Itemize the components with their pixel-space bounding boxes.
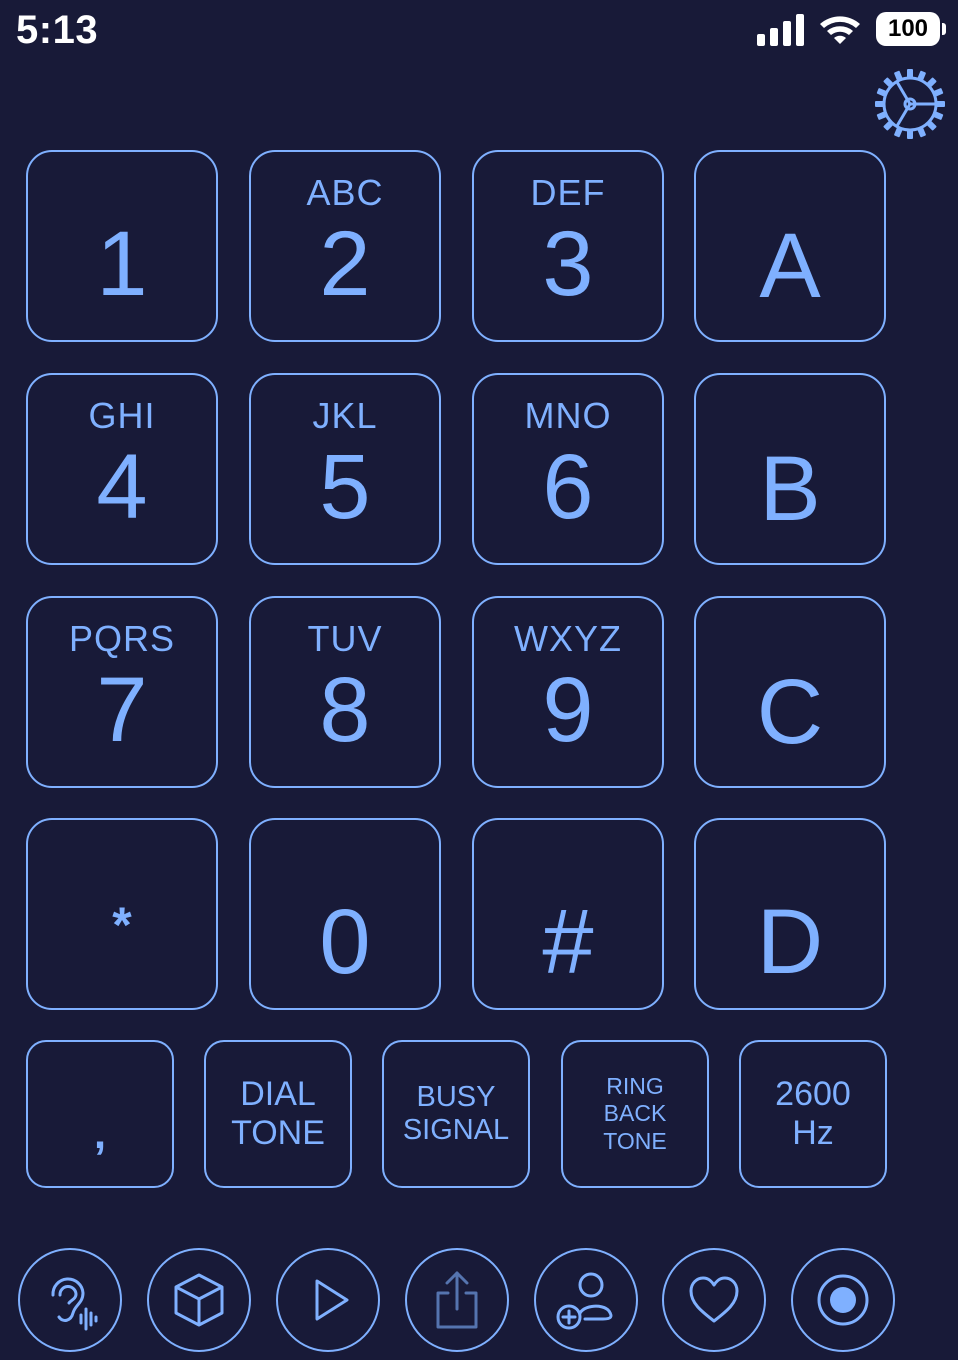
key-letters: JKL bbox=[312, 395, 378, 436]
key-star[interactable]: * bbox=[26, 818, 218, 1010]
busy-signal-line2: SIGNAL bbox=[402, 1114, 510, 1146]
add-contact-button[interactable] bbox=[534, 1248, 638, 1352]
dial-tone-line1: DIAL bbox=[240, 1074, 316, 1113]
key-1[interactable]: 1 bbox=[26, 150, 218, 342]
gear-icon bbox=[875, 69, 945, 139]
key-5[interactable]: JKL 5 bbox=[249, 373, 441, 565]
key-digit: A bbox=[759, 215, 821, 317]
key-digit: 1 bbox=[96, 213, 148, 315]
share-button[interactable] bbox=[405, 1248, 509, 1352]
key-9[interactable]: WXYZ 9 bbox=[472, 596, 664, 788]
heart-icon bbox=[689, 1276, 739, 1323]
key-digit: 2 bbox=[319, 213, 371, 315]
ring-back-line2: BACK bbox=[603, 1100, 667, 1127]
settings-button[interactable] bbox=[872, 66, 948, 142]
key-c[interactable]: C bbox=[694, 596, 886, 788]
key-hash[interactable]: # bbox=[472, 818, 664, 1010]
dial-tone-line2: TONE bbox=[231, 1114, 325, 1152]
cube-icon bbox=[174, 1273, 224, 1327]
key-4[interactable]: GHI 4 bbox=[26, 373, 218, 565]
key-digit: C bbox=[756, 661, 824, 763]
record-icon bbox=[817, 1274, 869, 1326]
cellular-signal-icon bbox=[757, 12, 804, 46]
play-button[interactable] bbox=[276, 1248, 380, 1352]
record-button[interactable] bbox=[791, 1248, 895, 1352]
key-2[interactable]: ABC 2 bbox=[249, 150, 441, 342]
key-digit: B bbox=[759, 438, 821, 540]
key-letters: WXYZ bbox=[514, 618, 622, 659]
key-letters: DEF bbox=[530, 172, 606, 213]
key-letters: ABC bbox=[306, 172, 384, 213]
key-8[interactable]: TUV 8 bbox=[249, 596, 441, 788]
key-0[interactable]: 0 bbox=[249, 818, 441, 1010]
add-contact-icon bbox=[556, 1272, 613, 1330]
key-digit: 9 bbox=[542, 659, 594, 761]
key-digit: 8 bbox=[319, 659, 371, 761]
hearing-button[interactable] bbox=[18, 1248, 122, 1352]
ring-back-tone-button[interactable]: RING BACK TONE bbox=[561, 1040, 709, 1188]
key-letters: TUV bbox=[307, 618, 383, 659]
ring-back-line3: TONE bbox=[603, 1127, 667, 1154]
2600hz-button[interactable]: 2600 Hz bbox=[739, 1040, 887, 1188]
key-digit: * bbox=[112, 897, 132, 953]
key-d[interactable]: D bbox=[694, 818, 886, 1010]
key-digit: 7 bbox=[96, 659, 148, 761]
key-letters: GHI bbox=[88, 395, 156, 436]
dialer-screen: 5:13 100 1 ABC 2 DEF 3 A GHI 4 JKL 5 MNO… bbox=[0, 0, 958, 1360]
cube-button[interactable] bbox=[147, 1248, 251, 1352]
share-icon bbox=[436, 1271, 478, 1329]
key-a[interactable]: A bbox=[694, 150, 886, 342]
play-icon bbox=[315, 1279, 349, 1321]
key-6[interactable]: MNO 6 bbox=[472, 373, 664, 565]
key-digit: 3 bbox=[542, 213, 594, 315]
battery-icon: 100 bbox=[876, 12, 946, 46]
key-letters: PQRS bbox=[68, 618, 176, 659]
hearing-icon bbox=[51, 1277, 98, 1331]
battery-level: 100 bbox=[876, 12, 940, 46]
key-digit: 5 bbox=[319, 436, 371, 538]
wifi-icon bbox=[820, 16, 860, 44]
pause-label: , bbox=[93, 1108, 107, 1158]
key-b[interactable]: B bbox=[694, 373, 886, 565]
key-digit: D bbox=[756, 891, 824, 993]
favorite-button[interactable] bbox=[662, 1248, 766, 1352]
freq-line1: 2600 bbox=[775, 1074, 851, 1113]
pause-button[interactable]: , bbox=[26, 1040, 174, 1188]
key-3[interactable]: DEF 3 bbox=[472, 150, 664, 342]
key-letters: MNO bbox=[524, 395, 612, 436]
status-time: 5:13 bbox=[16, 8, 99, 52]
key-digit: 4 bbox=[96, 436, 148, 538]
dial-tone-button[interactable]: DIAL TONE bbox=[204, 1040, 352, 1188]
key-7[interactable]: PQRS 7 bbox=[26, 596, 218, 788]
status-indicators: 100 bbox=[757, 12, 946, 46]
key-digit: 0 bbox=[319, 891, 371, 993]
key-digit: 6 bbox=[542, 436, 594, 538]
ring-back-line1: RING bbox=[606, 1072, 664, 1099]
key-digit: # bbox=[542, 891, 594, 993]
freq-line2: Hz bbox=[792, 1114, 834, 1152]
busy-signal-line1: BUSY bbox=[416, 1080, 496, 1113]
busy-signal-button[interactable]: BUSY SIGNAL bbox=[382, 1040, 530, 1188]
